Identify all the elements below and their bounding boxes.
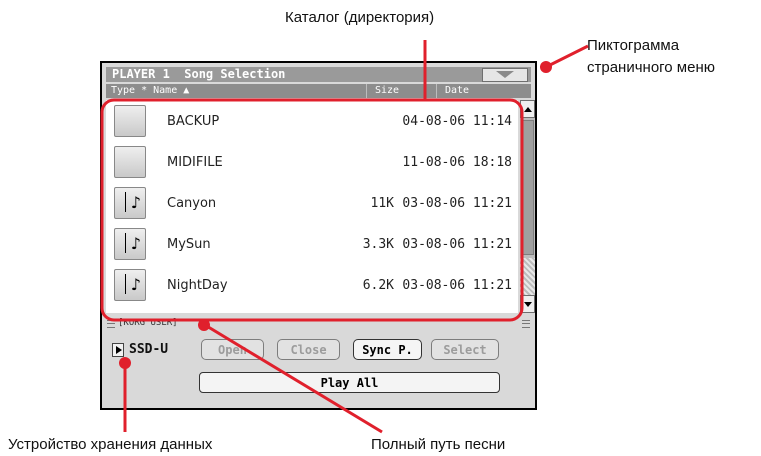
storage-device-callout-dot (119, 357, 131, 369)
song-path-callout-line (204, 323, 383, 434)
page-menu-callout-line (547, 44, 589, 68)
directory-highlight (100, 98, 524, 322)
song-path-callout-dot (198, 319, 210, 331)
annotation-overlay (100, 40, 589, 434)
page-menu-callout-dot (540, 61, 552, 73)
